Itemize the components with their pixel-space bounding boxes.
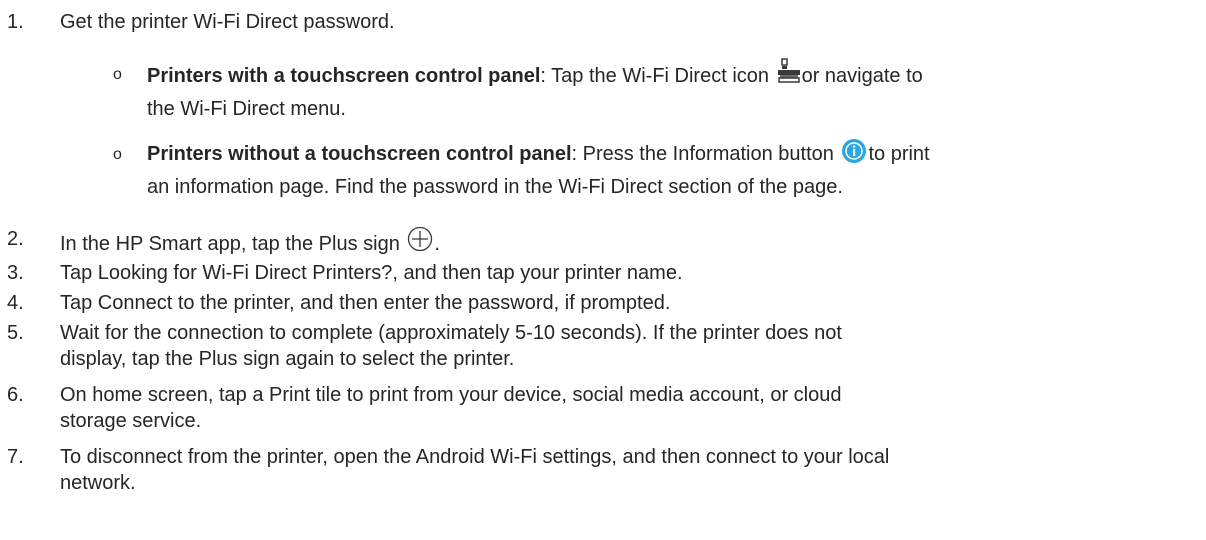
step-number: 7.	[7, 446, 24, 468]
sub-item-text: the Wi-Fi Direct menu.	[147, 98, 346, 120]
sub-item-text: an information page. Find the password i…	[147, 176, 843, 198]
bullet: o	[113, 66, 122, 83]
bullet: o	[113, 146, 122, 163]
step-number: 4.	[7, 292, 24, 314]
step-number: 6.	[7, 384, 24, 406]
step-number: 1.	[7, 11, 24, 33]
step-text: On home screen, tap a Print tile to prin…	[60, 384, 842, 406]
information-icon	[842, 139, 867, 163]
step-number: 2.	[7, 228, 24, 250]
step-text: .	[434, 233, 440, 255]
sub-item-heading: Printers without a touchscreen control p…	[147, 143, 572, 165]
step-number: 3.	[7, 262, 24, 284]
step-text: Get the printer Wi-Fi Direct password.	[60, 11, 395, 33]
step-text: In the HP Smart app, tap the Plus sign	[60, 233, 400, 255]
step-text: display, tap the Plus sign again to sele…	[60, 348, 515, 370]
sub-item-text: : Tap the Wi-Fi Direct icon	[540, 65, 770, 87]
sub-item-text: to print	[868, 143, 930, 165]
step-number: 5.	[7, 322, 24, 344]
step-text: network.	[60, 472, 136, 494]
plus-circle-icon	[408, 226, 433, 252]
sub-item-text: : Press the Information button	[571, 143, 834, 165]
step-text: Wait for the connection to complete (app…	[60, 322, 842, 344]
wifi-direct-icon	[777, 58, 800, 83]
step-text: Tap Connect to the printer, and then ent…	[60, 292, 671, 314]
sub-item-heading: Printers with a touchscreen control pane…	[147, 65, 541, 87]
sub-item-text: or navigate to	[801, 65, 923, 87]
step-text: To disconnect from the printer, open the…	[60, 446, 890, 468]
step-text: storage service.	[60, 410, 202, 432]
step-text: Tap Looking for Wi-Fi Direct Printers?, …	[60, 262, 683, 284]
